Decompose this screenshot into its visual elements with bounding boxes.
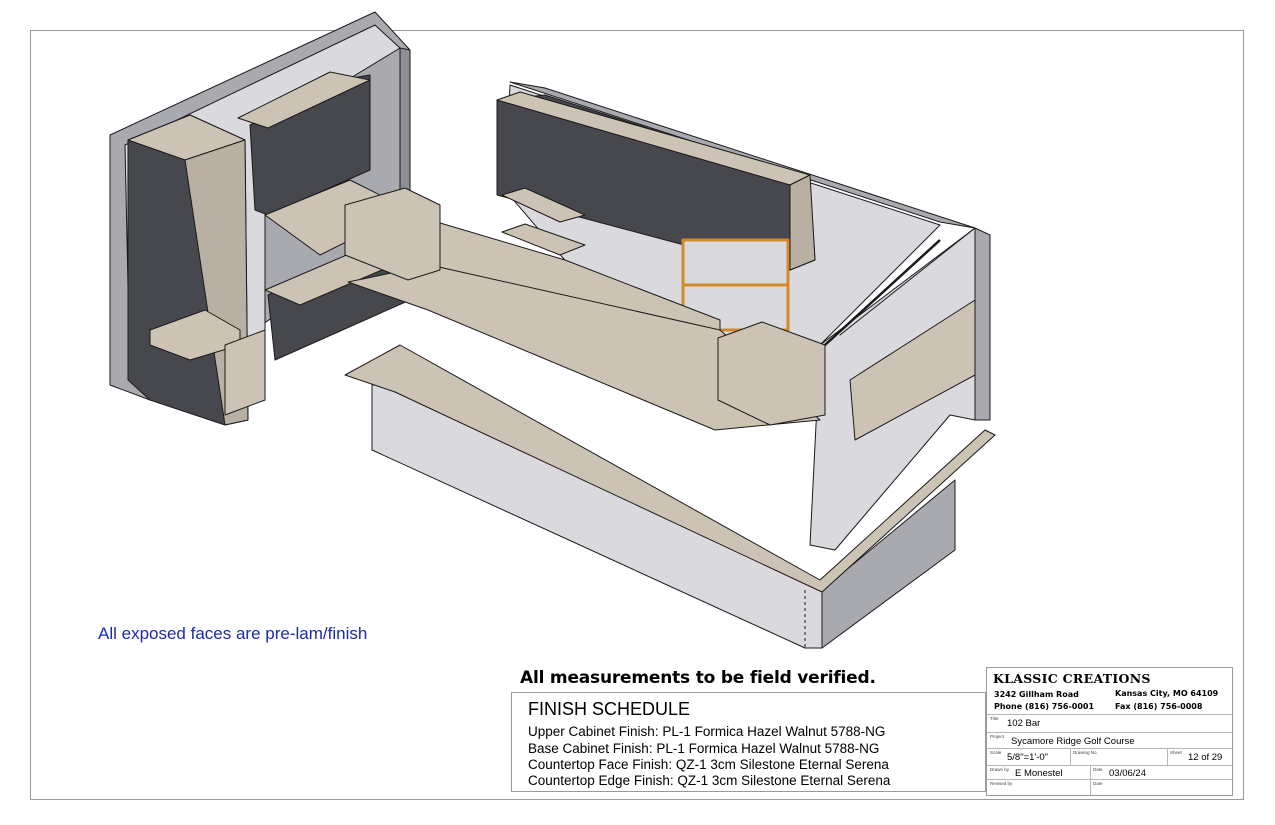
left-base-box [224,329,266,416]
exposed-faces-note: All exposed faces are pre-lam/finish [98,624,368,643]
scale-value: 5/8"=1'-0" [1007,752,1049,763]
company-city: Kansas City, MO 64109 [1115,689,1219,698]
scale-caption: Scale [990,750,1002,755]
finish-row-base-cabinet: Base Cabinet Finish: PL-1 Formica Hazel … [528,741,880,756]
orange-door-top [681,238,790,287]
project-name: Sycamore Ridge Golf Course [1011,736,1135,747]
title-block-divider [1167,748,1168,765]
drawing-title: 102 Bar [1007,718,1041,729]
company-phone: Phone (816) 756-0001 [994,702,1095,711]
drawn-by-caption: Drawn by [990,767,1010,772]
title-block-divider [987,779,1232,780]
title-block: KLASSIC CREATIONS 3242 Gillham Road Kans… [986,667,1233,796]
title-caption: Title [990,716,999,721]
revised-date-caption: Date [1093,781,1103,786]
title-block-divider [987,732,1232,733]
drawn-by-value: E Monestel [1015,768,1063,779]
finish-row-countertop-face: Countertop Face Finish: QZ-1 3cm Silesto… [528,757,889,772]
company-name: KLASSIC CREATIONS [993,671,1151,686]
revised-by-caption: Revised by [990,781,1013,786]
finish-row-upper-cabinet: Upper Cabinet Finish: PL-1 Formica Hazel… [528,724,886,739]
finish-schedule-title: FINISH SCHEDULE [528,699,691,719]
sheet-number: 12 of 29 [1188,752,1223,763]
project-caption: Project [990,734,1005,739]
company-address: 3242 Gillham Road [994,690,1079,699]
title-block-divider [1070,748,1071,765]
title-block-divider [987,714,1232,715]
date-value: 03/06/24 [1109,768,1146,779]
company-fax: Fax (816) 756-0008 [1115,702,1203,711]
drawing-no-caption: Drawing No. [1073,750,1098,755]
field-verify-note: All measurements to be field verified. [520,668,876,688]
finish-row-countertop-edge: Countertop Edge Finish: QZ-1 3cm Silesto… [528,773,891,788]
title-block-divider [987,765,1232,766]
finish-schedule: FINISH SCHEDULE Upper Cabinet Finish: PL… [511,692,986,792]
back-upper-side [789,174,816,271]
date-caption: Date [1093,767,1103,772]
sheet-caption: Sheet [1170,750,1182,755]
title-block-divider [1090,765,1091,795]
title-block-divider [987,748,1232,749]
